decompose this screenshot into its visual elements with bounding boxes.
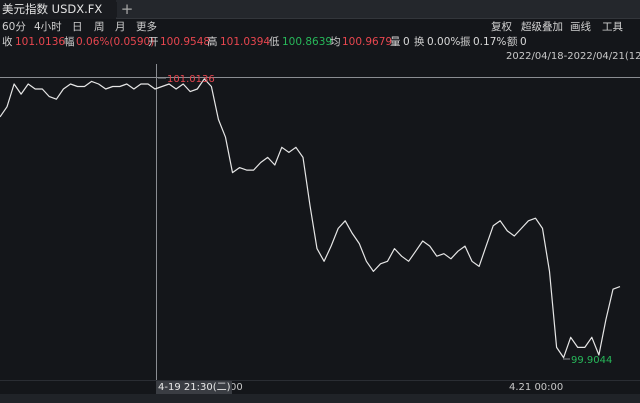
avg-label: 均	[330, 36, 341, 48]
period-week[interactable]: 周	[94, 20, 105, 35]
period-60min[interactable]: 60分	[2, 20, 26, 35]
close-label: 收	[2, 36, 13, 48]
add-tab-icon[interactable]: +	[119, 0, 135, 19]
change-label: 幅	[64, 36, 75, 48]
period-day[interactable]: 日	[72, 20, 83, 35]
max-label: 101.0136	[167, 74, 215, 85]
amount-label: 额	[507, 36, 518, 48]
turnover-label: 换	[414, 36, 425, 48]
turnover-value: 0.00%	[427, 36, 461, 48]
period-month[interactable]: 月	[115, 20, 126, 35]
amplitude-value: 0.17%	[473, 36, 507, 48]
price-line	[0, 78, 621, 359]
low-label: 低	[269, 36, 280, 48]
price-chart[interactable]: 101.0136 99.9044	[0, 64, 640, 380]
period-4hour[interactable]: 4小时	[34, 20, 62, 35]
low-value: 100.8639	[282, 36, 333, 48]
period-more[interactable]: 更多	[136, 20, 157, 35]
volume-label: 量	[390, 36, 401, 48]
open-value: 100.9548	[160, 36, 211, 48]
tab-bar: 美元指数 USDX.FX +	[0, 0, 640, 19]
draw-line-button[interactable]: 画线	[570, 20, 591, 35]
volume-value: 0	[403, 36, 410, 48]
overlay-button[interactable]: 超级叠加	[521, 20, 563, 35]
avg-value: 100.9679	[342, 36, 393, 48]
close-value: 101.0136	[15, 36, 66, 48]
tab-close-area[interactable]	[107, 2, 117, 17]
crosshair-time-label: 4-19 21:30(二)	[156, 381, 232, 394]
high-value: 101.0394	[220, 36, 271, 48]
amplitude-label: 振	[460, 36, 471, 48]
open-label: 开	[148, 36, 159, 48]
tab-usdx[interactable]: 美元指数 USDX.FX	[0, 0, 116, 19]
date-range: 2022/04/18-2022/04/21(122根)	[506, 51, 640, 62]
high-label: 高	[207, 36, 218, 48]
amount-value: 0	[520, 36, 527, 48]
period-toolbar: 60分 4小时 日 周 月 更多 复权 超级叠加 画线 工具	[0, 19, 640, 36]
tools-button[interactable]: 工具	[602, 20, 623, 35]
quote-bar: 收 101.0136 幅 0.06%(0.0590) 开 100.9548 高 …	[0, 35, 640, 50]
min-label: 99.9044	[571, 355, 612, 366]
x-axis: 00 4.21 00:00 4-19 21:30(二)	[0, 380, 640, 394]
x-axis-label-2: 4.21 00:00	[509, 382, 564, 393]
change-value: 0.06%(0.0590)	[76, 36, 155, 48]
bottom-bar	[0, 394, 640, 403]
adjust-button[interactable]: 复权	[491, 20, 512, 35]
